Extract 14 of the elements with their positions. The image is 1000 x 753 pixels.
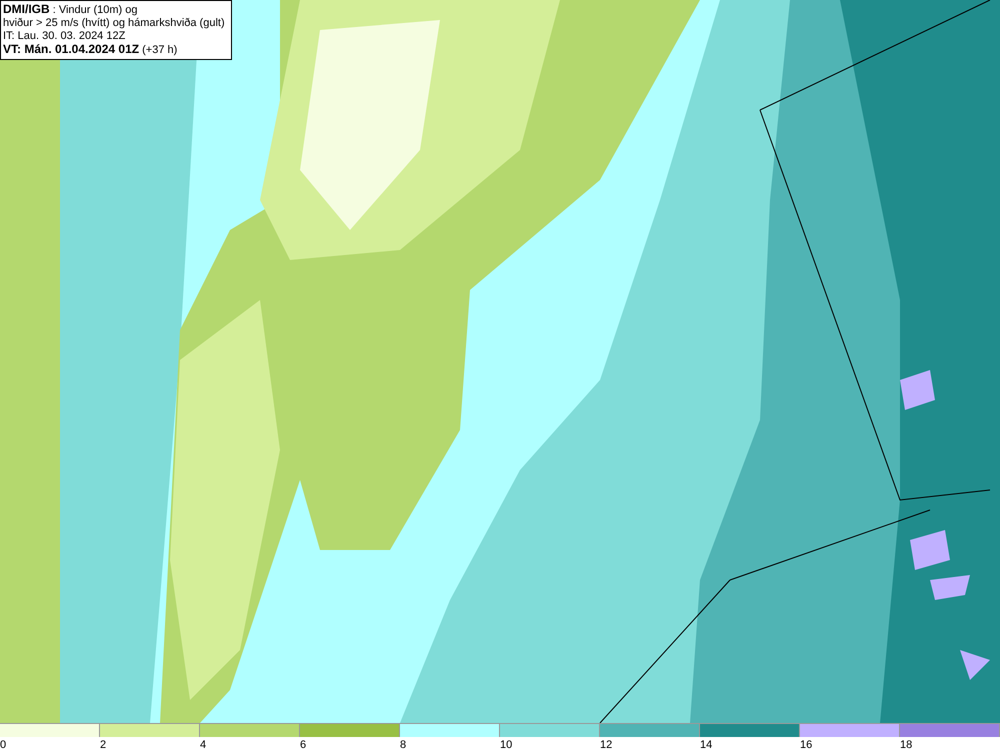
legend-label: 0 bbox=[0, 738, 6, 753]
title-line: IT: Lau. 30. 03. 2024 12Z bbox=[3, 30, 126, 43]
legend-label: 16 bbox=[800, 738, 812, 753]
legend-label: 14 bbox=[700, 738, 712, 753]
title-line: DMI/IGB : Vindur (10m) og bbox=[3, 3, 139, 17]
title-line: hviður > 25 m/s (hvítt) og hámarkshviða (gult) bbox=[3, 17, 225, 30]
legend-label: 10 bbox=[500, 738, 512, 753]
legend-label: 8 bbox=[400, 738, 406, 753]
legend-label: 2 bbox=[100, 738, 106, 753]
legend-label: 12 bbox=[600, 738, 612, 753]
legend-label: 18 bbox=[900, 738, 912, 753]
legend-label: 6 bbox=[300, 738, 306, 753]
title-line: VT: Mán. 01.04.2024 01Z (+37 h) bbox=[3, 43, 178, 57]
legend-label: 4 bbox=[200, 738, 206, 753]
